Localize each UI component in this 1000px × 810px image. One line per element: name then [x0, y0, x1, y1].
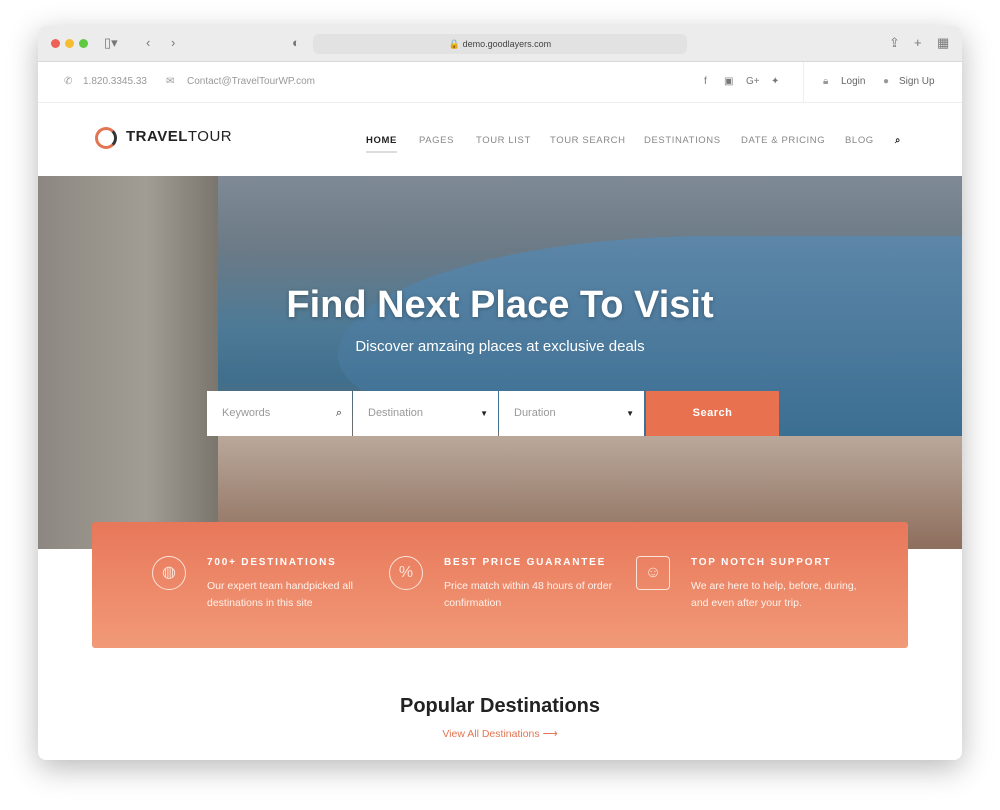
- logo-icon: [95, 127, 117, 149]
- divider: [803, 62, 804, 103]
- section-title: Popular Destinations: [399, 695, 601, 717]
- phone-number: 1.820.3345.33: [83, 76, 147, 87]
- sidebar-icon[interactable]: ▯▾: [104, 35, 118, 51]
- nav-tour-list[interactable]: TOUR LIST: [476, 135, 531, 146]
- signup-link[interactable]: Sign Up: [899, 76, 935, 87]
- maximize-button[interactable]: [79, 39, 88, 48]
- twitter-icon[interactable]: ✦: [771, 76, 779, 87]
- hero-banner: Find Next Place To Visit Discover amzain…: [38, 176, 962, 549]
- google-plus-icon[interactable]: G+: [746, 76, 760, 87]
- view-all-text: View All Destinations: [442, 728, 540, 740]
- facebook-icon[interactable]: f: [704, 76, 707, 87]
- shield-icon[interactable]: ◐: [292, 35, 300, 50]
- feature-title: TOP NOTCH SUPPORT: [691, 557, 832, 568]
- search-icon[interactable]: ⌕: [895, 135, 901, 146]
- tabs-overview-icon[interactable]: ▦: [937, 35, 949, 51]
- duration-value: Duration: [514, 407, 556, 419]
- phone-icon: ✆: [64, 76, 73, 87]
- duration-select[interactable]: Duration ▼: [499, 391, 644, 436]
- minimize-button[interactable]: [65, 39, 74, 48]
- percent-badge-icon: %: [389, 556, 423, 590]
- lock-icon: 🔒︎: [823, 76, 829, 87]
- feature-title: 700+ DESTINATIONS: [207, 557, 337, 568]
- close-button[interactable]: [51, 39, 60, 48]
- support-people-icon: ☺: [636, 556, 670, 590]
- arrow-right-icon: ⟶: [542, 728, 558, 740]
- main-nav: TRAVELTOUR HOME PAGES TOUR LIST TOUR SEA…: [38, 103, 962, 176]
- destination-value: Destination: [368, 407, 424, 419]
- feature-text: Our expert team handpicked all destinati…: [207, 580, 353, 609]
- url-text: demo.goodlayers.com: [462, 39, 552, 49]
- top-bar: ✆ 1.820.3345.33 ✉ Contact@TravelTourWP.c…: [38, 62, 962, 103]
- browser-window: ▯▾ ‹ › ◐ 🔒 demo.goodlayers.com ⇪ + ▦ ✆ 1…: [38, 26, 962, 760]
- view-all-link[interactable]: View All Destinations ⟶: [38, 728, 962, 740]
- logo[interactable]: TRAVELTOUR: [126, 128, 232, 145]
- browser-toolbar: ▯▾ ‹ › ◐ 🔒 demo.goodlayers.com ⇪ + ▦: [38, 26, 962, 62]
- destination-select[interactable]: Destination ▼: [353, 391, 498, 436]
- mail-icon: ✉: [166, 76, 175, 87]
- hero-subtitle: Discover amzaing places at exclusive dea…: [355, 338, 645, 355]
- search-icon: ⌕: [335, 407, 342, 419]
- nav-tour-search[interactable]: TOUR SEARCH: [550, 135, 626, 146]
- hero-title: Find Next Place To Visit: [286, 284, 714, 326]
- hero-image-tower: [38, 176, 218, 549]
- caret-down-icon: ▼: [626, 409, 634, 418]
- feature-text: Price match within 48 hours of order con…: [444, 580, 613, 609]
- new-tab-icon[interactable]: +: [914, 35, 922, 50]
- back-icon[interactable]: ‹: [146, 35, 150, 50]
- feature-title: BEST PRICE GUARANTEE: [444, 557, 607, 568]
- features-box: ◍ 700+ DESTINATIONS Our expert team hand…: [92, 522, 908, 648]
- user-icon: ●: [883, 76, 890, 87]
- feature-text: We are here to help, before, during, and…: [691, 580, 857, 609]
- share-icon[interactable]: ⇪: [889, 35, 900, 51]
- keywords-input[interactable]: Keywords ⌕: [207, 391, 352, 436]
- login-link[interactable]: Login: [841, 76, 865, 87]
- nav-destinations[interactable]: DESTINATIONS: [644, 135, 721, 146]
- nav-blog[interactable]: BLOG: [845, 135, 874, 146]
- globe-icon: ◍: [152, 556, 186, 590]
- caret-down-icon: ▼: [480, 409, 488, 418]
- flickr-icon[interactable]: ▣: [724, 76, 733, 87]
- forward-icon[interactable]: ›: [171, 35, 175, 50]
- nav-home[interactable]: HOME: [366, 135, 397, 153]
- nav-pages[interactable]: PAGES: [419, 135, 454, 146]
- search-button[interactable]: Search: [646, 391, 779, 436]
- keywords-placeholder: Keywords: [222, 407, 271, 419]
- address-bar[interactable]: 🔒 demo.goodlayers.com: [313, 34, 687, 54]
- email-link[interactable]: Contact@TravelTourWP.com: [187, 76, 315, 87]
- nav-date-pricing[interactable]: DATE & PRICING: [741, 135, 825, 146]
